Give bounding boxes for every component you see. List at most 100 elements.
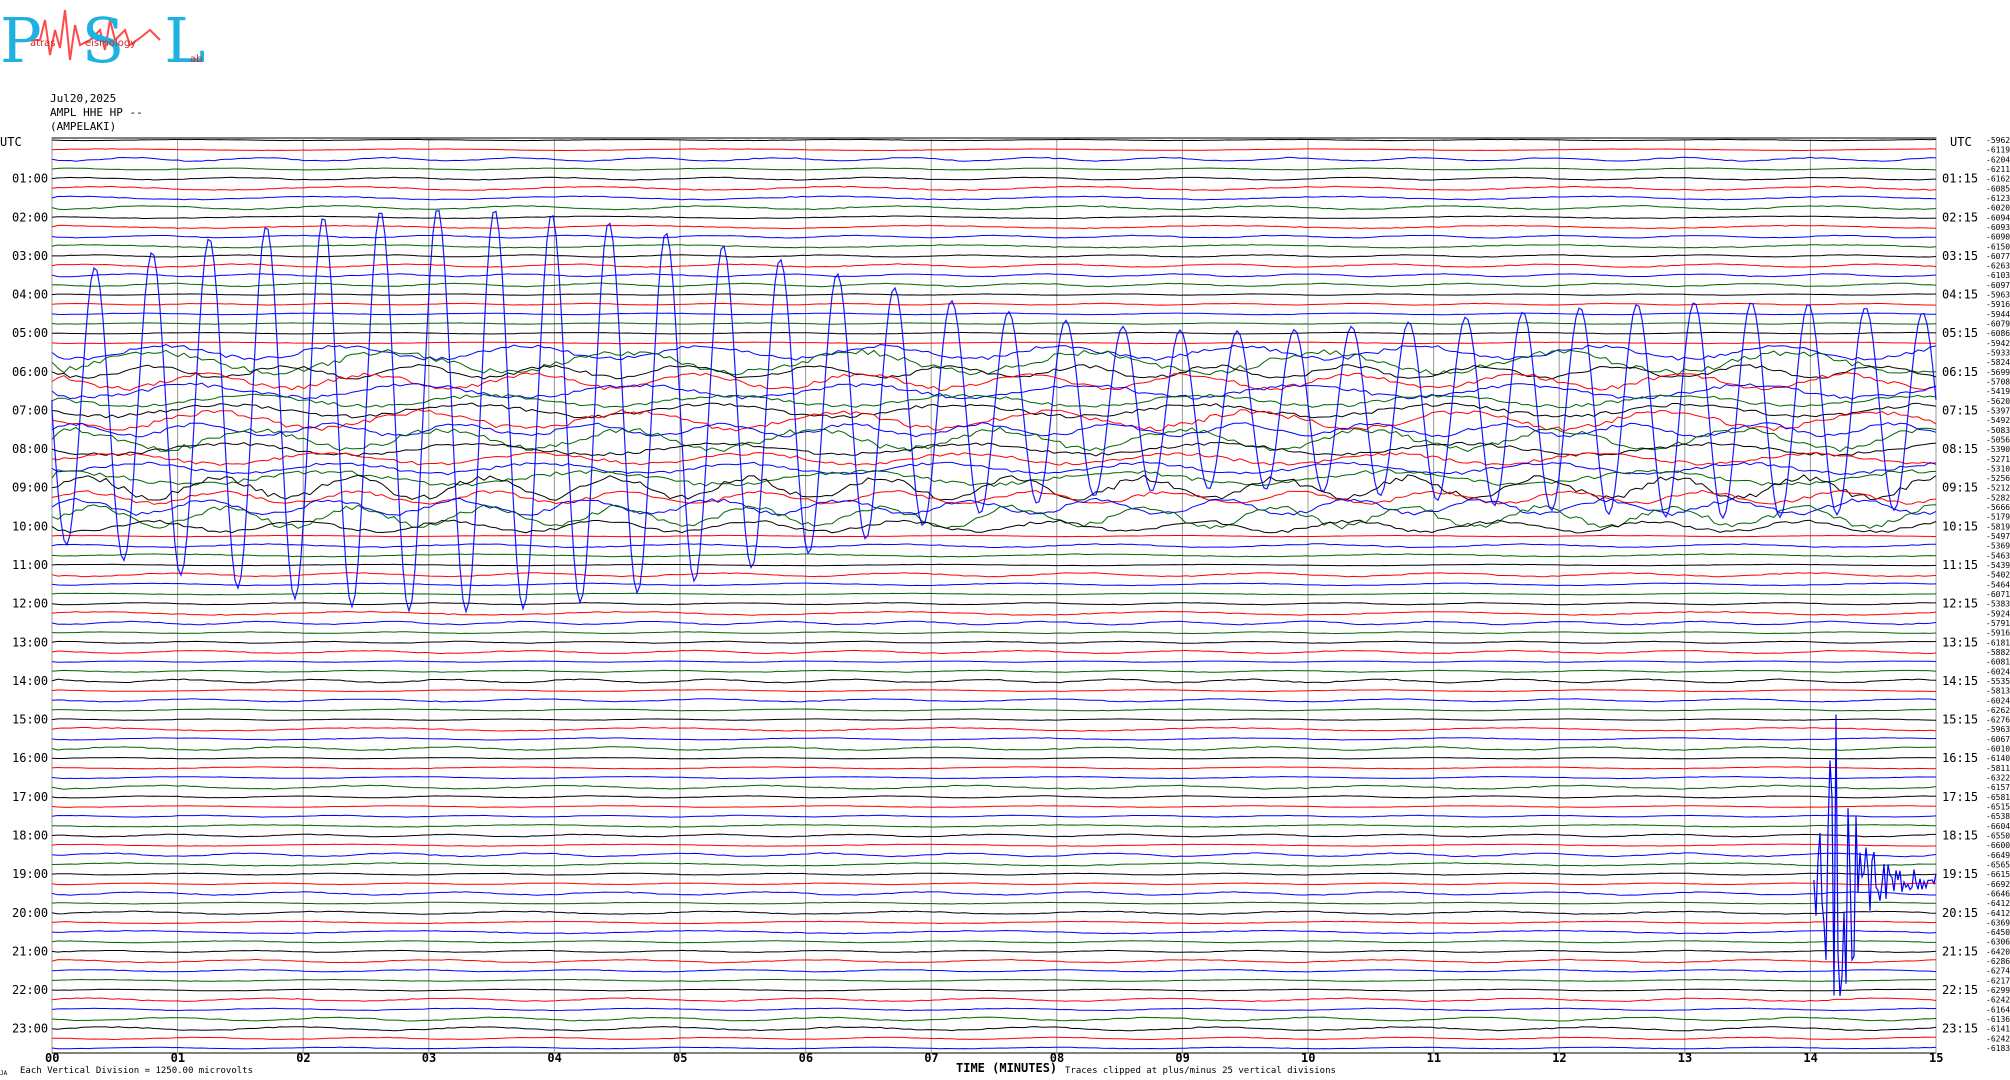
right-hour-label: 16:15: [1942, 751, 1978, 765]
trace-offset-label: -5620: [1986, 397, 2010, 406]
trace-offset-label: -6211: [1986, 165, 2010, 174]
trace-offset-label: -5282: [1986, 493, 2010, 502]
trace-line: [51, 156, 1937, 162]
trace-offset-label: -6067: [1986, 735, 2010, 744]
trace-offset-label: -5924: [1986, 609, 2010, 618]
trace-line: [51, 988, 1937, 992]
trace-offset-label: -6181: [1986, 638, 2010, 647]
trace-offset-label: -5397: [1986, 406, 2010, 415]
trace-line: [51, 302, 1937, 306]
right-hour-label: 18:15: [1942, 828, 1978, 842]
right-hour-label: 06:15: [1942, 365, 1978, 379]
trace-line: [51, 282, 1937, 288]
right-hour-label: 22:15: [1942, 983, 1978, 997]
trace-line: [51, 582, 1937, 587]
right-hour-label: 12:15: [1942, 597, 1978, 611]
left-hour-label: 16:00: [12, 751, 48, 765]
trace-offset-label: -6369: [1986, 918, 2010, 927]
trace-offset-label: -6086: [1986, 329, 2010, 338]
trace-offset-label: -6412: [1986, 909, 2010, 918]
x-tick-label: 13: [1678, 1051, 1692, 1065]
trace-offset-label: -5310: [1986, 464, 2010, 473]
corner-note: JA: [0, 1070, 8, 1077]
trace-offset-label: -6615: [1986, 870, 2010, 879]
left-hour-label: 13:00: [12, 635, 48, 649]
right-hour-label: 07:15: [1942, 403, 1978, 417]
trace-offset-label: -6286: [1986, 957, 2010, 966]
right-hour-label: 11:15: [1942, 558, 1978, 572]
left-hour-label: 20:00: [12, 906, 48, 920]
trace-line: [51, 1026, 1937, 1032]
trace-line: [51, 497, 1937, 517]
trace-line: [51, 649, 1937, 655]
trace-line: [51, 852, 1937, 858]
trace-offset-label: -6299: [1986, 986, 2010, 995]
helicorder-plot: 01:00 02:00 03:00 04:00 05:00 06:00 07:00 08:00…: [0, 135, 2010, 1075]
trace-line: [51, 610, 1937, 616]
trace-line: [51, 489, 1937, 505]
trace-line: [51, 234, 1936, 239]
left-hour-label: 22:00: [12, 983, 48, 997]
left-hour-label: 18:00: [12, 828, 48, 842]
right-hour-label: 21:15: [1942, 944, 1978, 958]
trace-offset-label: -5962: [1986, 136, 2010, 145]
trace-offset-label: -5916: [1986, 300, 2010, 309]
trace-line: [51, 519, 1937, 534]
right-hour-label: 04:15: [1942, 288, 1978, 302]
left-hour-label: 04:00: [12, 288, 48, 302]
trace-offset-label: -6090: [1986, 233, 2010, 242]
trace-line: [51, 862, 1936, 867]
units-note: Each Vertical Division = 1250.00 microvo…: [20, 1066, 253, 1076]
right-hour-label: 09:15: [1942, 481, 1978, 495]
trace-offset-label: -6093: [1986, 223, 2010, 232]
right-hour-label: 10:15: [1942, 519, 1978, 533]
x-tick-label: 05: [673, 1051, 687, 1065]
trace-line: [51, 312, 1936, 316]
left-hour-label: 19:00: [12, 867, 48, 881]
plot-frame: [51, 137, 1937, 1054]
trace-line: [51, 784, 1937, 790]
trace-line: [51, 1007, 1937, 1012]
trace-line: [51, 204, 1937, 211]
right-hour-label: 20:15: [1942, 906, 1978, 920]
trace-line: [51, 224, 1937, 230]
trace-offset-label: -6242: [1986, 996, 2010, 1005]
trace-offset-label: -6071: [1986, 590, 2010, 599]
trace-offset-label: -6141: [1986, 1025, 2010, 1034]
trace-lines: [51, 138, 1937, 1050]
trace-offset-label: -5963: [1986, 725, 2010, 734]
trace-line: [51, 708, 1937, 712]
trace-line: [51, 534, 1937, 538]
trace-offset-label: -6157: [1986, 783, 2010, 792]
trace-offset-label: -5056: [1986, 435, 2010, 444]
x-tick-label: 03: [422, 1051, 436, 1065]
left-hour-label: 10:00: [12, 519, 48, 533]
trace-offset-labels: -5962-6119-6204-6211-6162-6085-6123-6020…: [1986, 136, 2010, 1053]
trace-line: [51, 176, 1937, 181]
trace-offset-label: -5933: [1986, 349, 2010, 358]
x-tick-label: 10: [1301, 1051, 1315, 1065]
trace-line: [51, 940, 1936, 944]
trace-line: [51, 382, 1937, 400]
trace-line: [51, 185, 1937, 191]
trace-line: [51, 766, 1937, 770]
x-tick-label: 06: [799, 1051, 813, 1065]
trace-offset-label: -6263: [1986, 262, 2010, 271]
trace-offset-label: -6217: [1986, 976, 2010, 985]
trace-offset-label: -5708: [1986, 377, 2010, 386]
left-hour-label: 23:00: [12, 1022, 48, 1036]
trace-line: [51, 322, 1937, 325]
right-hour-label: 05:15: [1942, 326, 1978, 340]
trace-offset-label: -5942: [1986, 339, 2010, 348]
trace-offset-label: -5699: [1986, 368, 2010, 377]
trace-line: [51, 215, 1937, 219]
trace-line: [51, 891, 1936, 896]
trace-line: [51, 331, 1937, 335]
right-hour-label: 14:15: [1942, 674, 1978, 688]
trace-line: [51, 504, 1937, 530]
left-hour-label: 08:00: [12, 442, 48, 456]
trace-offset-label: -5083: [1986, 426, 2010, 435]
trace-offset-label: -6262: [1986, 706, 2010, 715]
trace-line: [51, 929, 1937, 935]
trace-line: [51, 372, 1937, 392]
